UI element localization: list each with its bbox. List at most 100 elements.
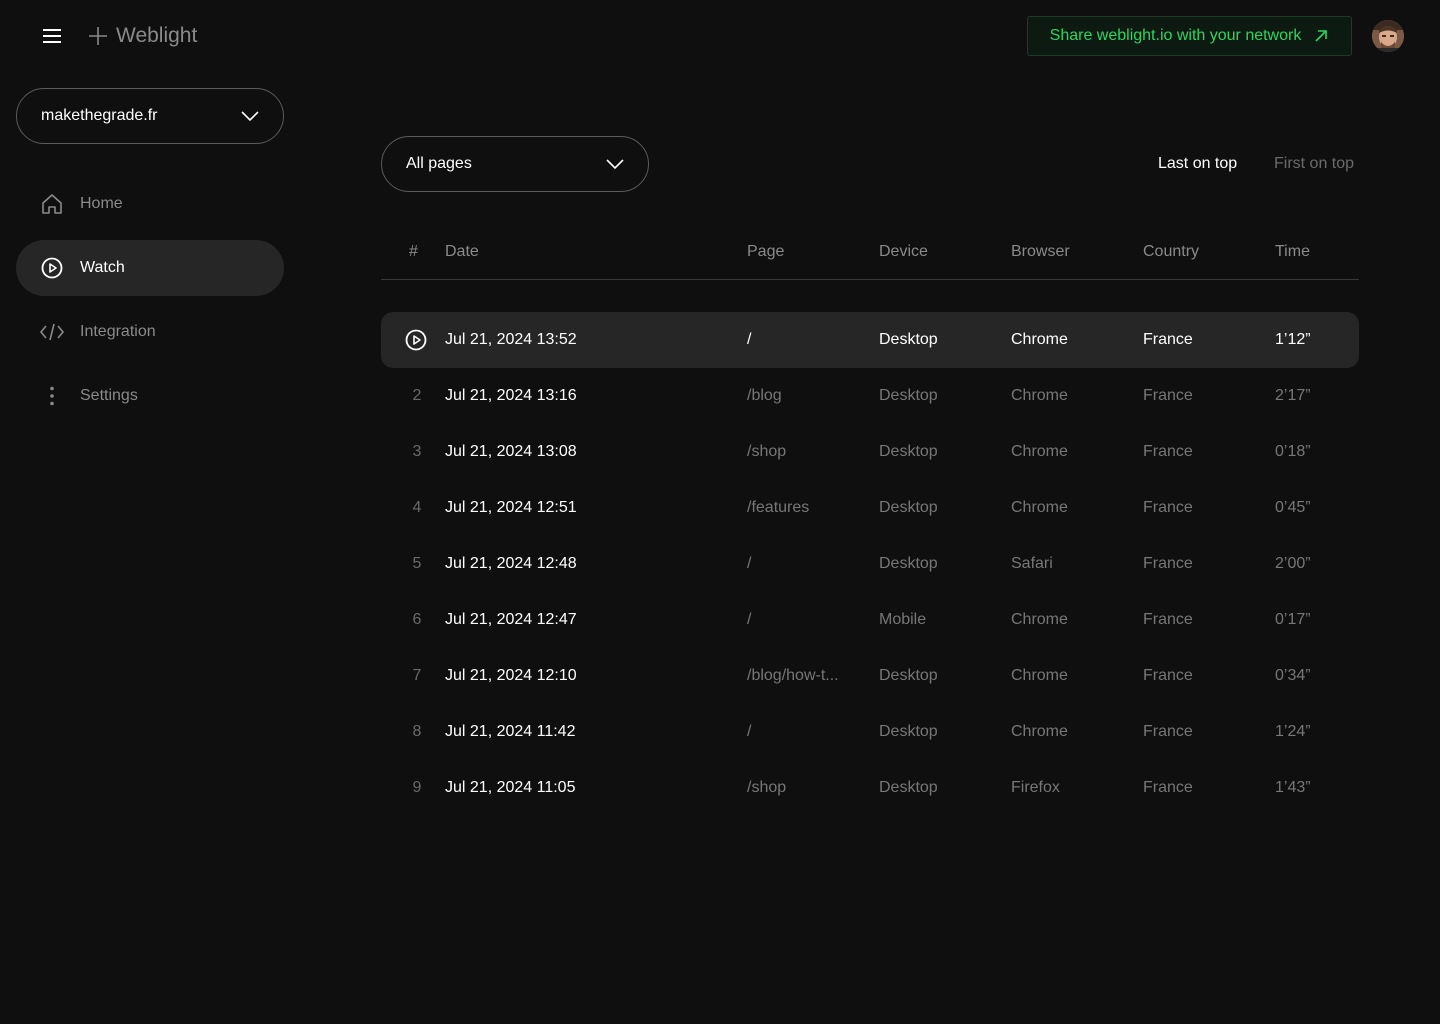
table-header: # Date Page Device Browser Country Time bbox=[381, 232, 1359, 280]
cell-browser: Chrome bbox=[1011, 331, 1068, 348]
cell-page: / bbox=[747, 611, 752, 628]
arrow-up-right-icon bbox=[1315, 30, 1328, 42]
cell-browser: Chrome bbox=[1011, 387, 1068, 404]
sidebar-item-label: Integration bbox=[80, 323, 156, 340]
cell-page: / bbox=[747, 555, 752, 572]
chevron-down-icon bbox=[606, 159, 624, 169]
play-circle-icon bbox=[40, 256, 64, 280]
cell-page: / bbox=[747, 723, 752, 740]
cell-num: 8 bbox=[412, 723, 422, 740]
cell-num: 5 bbox=[412, 555, 422, 572]
chevron-down-icon bbox=[241, 111, 259, 121]
column-header-device[interactable]: Device bbox=[879, 242, 928, 262]
table-row[interactable]: 8 Jul 21, 2024 11:42 / Desktop Chrome Fr… bbox=[381, 704, 1359, 760]
sidebar-item-watch[interactable]: Watch bbox=[16, 240, 284, 296]
cell-device: Desktop bbox=[879, 331, 938, 348]
cell-browser: Chrome bbox=[1011, 499, 1068, 516]
cell-country: France bbox=[1143, 611, 1193, 628]
cell-date: Jul 21, 2024 13:16 bbox=[445, 387, 577, 404]
sort-first-on-top[interactable]: First on top bbox=[1274, 152, 1354, 176]
sort-last-on-top[interactable]: Last on top bbox=[1158, 152, 1237, 176]
share-label: Share weblight.io with your network bbox=[1049, 27, 1302, 44]
cell-page: /features bbox=[747, 499, 810, 516]
cell-num: 3 bbox=[412, 443, 422, 460]
avatar[interactable] bbox=[1372, 20, 1404, 52]
cell-country: France bbox=[1143, 723, 1193, 740]
cell-page: /shop bbox=[747, 779, 787, 796]
table-row[interactable]: Jul 21, 2024 13:52 / Desktop Chrome Fran… bbox=[381, 312, 1359, 368]
cell-browser: Chrome bbox=[1011, 667, 1068, 684]
cell-time: 0’18” bbox=[1275, 443, 1311, 460]
sidebar-item-integration[interactable]: Integration bbox=[16, 304, 284, 360]
cell-device: Desktop bbox=[879, 667, 938, 684]
top-bar: Weblight Share weblight.io with your net… bbox=[0, 0, 1440, 72]
table-row[interactable]: 3 Jul 21, 2024 13:08 /shop Desktop Chrom… bbox=[381, 424, 1359, 480]
cell-country: France bbox=[1143, 555, 1193, 572]
sparkle-icon bbox=[89, 27, 107, 45]
page-filter-value: All pages bbox=[406, 155, 472, 172]
hamburger-menu-icon[interactable] bbox=[36, 22, 68, 50]
cell-device: Desktop bbox=[879, 499, 938, 516]
cell-time: 0’34” bbox=[1275, 667, 1311, 684]
home-icon bbox=[40, 192, 64, 216]
cell-country: France bbox=[1143, 331, 1193, 348]
cell-num: 9 bbox=[412, 779, 422, 796]
table-row[interactable]: 9 Jul 21, 2024 11:05 /shop Desktop Firef… bbox=[381, 760, 1359, 816]
cell-time: 2’17” bbox=[1275, 387, 1311, 404]
column-header-num: # bbox=[409, 243, 418, 260]
page-filter-select[interactable]: All pages bbox=[381, 136, 649, 192]
cell-page: / bbox=[747, 331, 752, 348]
site-selector[interactable]: makethegrade.fr bbox=[16, 88, 284, 144]
code-icon bbox=[40, 320, 64, 344]
cell-page: /blog bbox=[747, 387, 782, 404]
table-row[interactable]: 7 Jul 21, 2024 12:10 /blog/how-t... Desk… bbox=[381, 648, 1359, 704]
cell-device: Desktop bbox=[879, 387, 938, 404]
table-row[interactable]: 6 Jul 21, 2024 12:47 / Mobile Chrome Fra… bbox=[381, 592, 1359, 648]
sidebar-item-settings[interactable]: Settings bbox=[16, 368, 284, 424]
cell-num: 2 bbox=[412, 387, 422, 404]
cell-country: France bbox=[1143, 499, 1193, 516]
cell-date: Jul 21, 2024 12:48 bbox=[445, 555, 577, 572]
site-selector-value: makethegrade.fr bbox=[41, 107, 158, 124]
cell-date: Jul 21, 2024 12:47 bbox=[445, 611, 577, 628]
table-row[interactable]: 5 Jul 21, 2024 12:48 / Desktop Safari Fr… bbox=[381, 536, 1359, 592]
cell-time: 1’12” bbox=[1275, 331, 1311, 348]
cell-time: 1’43” bbox=[1275, 779, 1311, 796]
play-circle-icon[interactable] bbox=[405, 329, 427, 351]
cell-time: 0’45” bbox=[1275, 499, 1311, 516]
cell-num: 4 bbox=[412, 499, 422, 516]
cell-device: Desktop bbox=[879, 443, 938, 460]
cell-browser: Chrome bbox=[1011, 443, 1068, 460]
cell-country: France bbox=[1143, 779, 1193, 796]
cell-country: France bbox=[1143, 667, 1193, 684]
more-vertical-icon bbox=[40, 384, 64, 408]
column-header-date[interactable]: Date bbox=[445, 242, 479, 262]
cell-device: Desktop bbox=[879, 723, 938, 740]
cell-date: Jul 21, 2024 11:05 bbox=[445, 779, 576, 796]
cell-date: Jul 21, 2024 11:42 bbox=[445, 723, 576, 740]
cell-device: Desktop bbox=[879, 779, 938, 796]
cell-country: France bbox=[1143, 387, 1193, 404]
brand-logo[interactable]: Weblight bbox=[88, 20, 197, 52]
cell-device: Desktop bbox=[879, 555, 938, 572]
cell-page: /shop bbox=[747, 443, 787, 460]
cell-time: 0’17” bbox=[1275, 611, 1311, 628]
table-row[interactable]: 4 Jul 21, 2024 12:51 /features Desktop C… bbox=[381, 480, 1359, 536]
cell-browser: Safari bbox=[1011, 555, 1053, 572]
sidebar-item-home[interactable]: Home bbox=[16, 176, 284, 232]
column-header-page[interactable]: Page bbox=[747, 242, 784, 262]
app-name: Weblight bbox=[116, 24, 198, 47]
table-row[interactable]: 2 Jul 21, 2024 13:16 /blog Desktop Chrom… bbox=[381, 368, 1359, 424]
column-header-time[interactable]: Time bbox=[1275, 242, 1310, 262]
cell-browser: Chrome bbox=[1011, 611, 1068, 628]
cell-country: France bbox=[1143, 443, 1193, 460]
cell-date: Jul 21, 2024 13:08 bbox=[445, 443, 577, 460]
session-table-body: Jul 21, 2024 13:52 / Desktop Chrome Fran… bbox=[381, 312, 1359, 816]
share-button[interactable]: Share weblight.io with your network bbox=[1027, 16, 1352, 56]
cell-date: Jul 21, 2024 12:51 bbox=[445, 499, 577, 516]
cell-browser: Firefox bbox=[1011, 779, 1060, 796]
cell-page: /blog/how-t... bbox=[747, 667, 839, 684]
cell-date: Jul 21, 2024 12:10 bbox=[445, 667, 577, 684]
column-header-browser[interactable]: Browser bbox=[1011, 242, 1070, 262]
column-header-country[interactable]: Country bbox=[1143, 242, 1199, 262]
